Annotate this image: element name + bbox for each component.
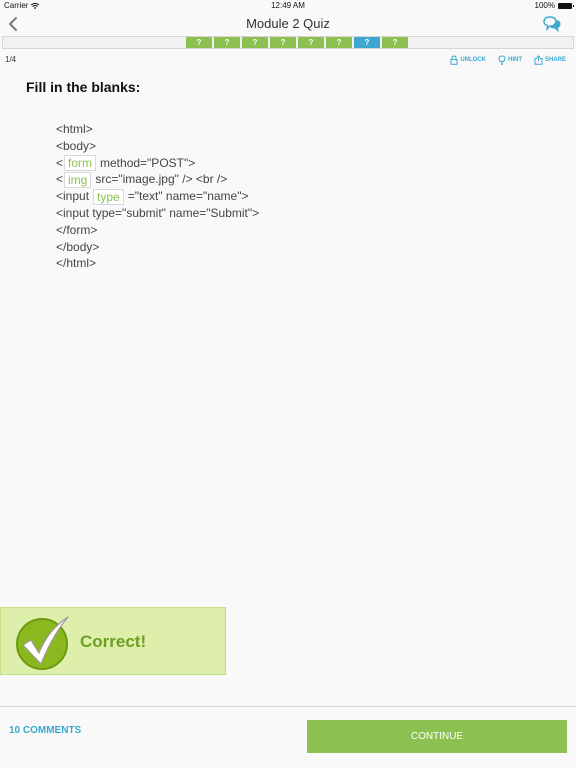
battery-area: 100%: [534, 1, 574, 10]
code-text: <: [56, 172, 64, 187]
code-line: </html>: [56, 256, 97, 271]
question-progress-strip: ? ? ? ? ? ? ? ?: [2, 36, 574, 49]
status-bar: Carrier 12:49 AM 100%: [0, 0, 576, 12]
battery-icon: [558, 2, 574, 9]
blank-answer-2[interactable]: img: [64, 171, 92, 188]
comments-link[interactable]: 10 COMMENTS: [9, 725, 81, 736]
progress-box-8[interactable]: ?: [382, 37, 408, 48]
progress-boxes: ? ? ? ? ? ? ? ?: [186, 37, 408, 48]
chat-button[interactable]: [542, 15, 562, 33]
code-line: <input type ="text" name="name">: [56, 188, 259, 205]
checkmark-icon: [16, 616, 69, 670]
chat-bubbles-icon: [543, 16, 561, 33]
page-title: Module 2 Quiz: [246, 16, 330, 31]
unlock-button[interactable]: UNLOCK: [450, 55, 486, 65]
lightbulb-icon: [498, 55, 506, 65]
continue-button[interactable]: CONTINUE: [307, 720, 567, 753]
share-label: SHARE: [544, 57, 566, 63]
bottom-bar: 10 COMMENTS CONTINUE: [0, 706, 576, 768]
progress-box-2[interactable]: ?: [214, 37, 240, 48]
code-text: <: [56, 155, 64, 170]
progress-box-7-current[interactable]: ?: [354, 37, 380, 48]
unlock-label: UNLOCK: [460, 57, 486, 63]
question-actions: UNLOCK HINT SHARE: [450, 55, 566, 65]
hint-label: HINT: [507, 57, 522, 63]
lock-icon: [450, 55, 458, 65]
code-text: src="image.jpg" /> <br />: [95, 172, 228, 187]
code-text: method="POST">: [100, 155, 196, 170]
code-line: </body>: [56, 239, 100, 254]
progress-box-4[interactable]: ?: [270, 37, 296, 48]
progress-box-6[interactable]: ?: [326, 37, 352, 48]
progress-box-3[interactable]: ?: [242, 37, 268, 48]
status-time: 12:49 AM: [271, 1, 305, 10]
code-line: <html>: [56, 122, 93, 136]
battery-percent: 100%: [534, 1, 555, 10]
navigation-bar: Module 2 Quiz: [0, 12, 576, 36]
feedback-text: Correct!: [80, 632, 147, 651]
code-line: < img src="image.jpg" /> <br />: [56, 171, 259, 188]
code-line: </form>: [56, 222, 98, 237]
code-line: <input type="submit" name="Submit">: [56, 205, 260, 220]
share-button[interactable]: SHARE: [534, 55, 566, 65]
question-counter: 1/4: [5, 55, 17, 64]
code-line: <body>: [56, 138, 97, 153]
hint-button[interactable]: HINT: [498, 55, 522, 65]
share-icon: [534, 55, 543, 65]
blank-answer-3[interactable]: type: [93, 188, 124, 205]
code-snippet: <html> <body> < form method="POST"> < img sr…: [56, 121, 259, 272]
code-text: <input: [56, 189, 90, 204]
blank-answer-1[interactable]: form: [64, 154, 97, 171]
progress-box-5[interactable]: ?: [298, 37, 324, 48]
code-text: ="text" name="name">: [127, 189, 249, 204]
question-title: Fill in the blanks:: [26, 79, 141, 95]
code-line: < form method="POST">: [56, 154, 259, 172]
progress-box-1[interactable]: ?: [186, 37, 212, 48]
correct-feedback-banner: Correct!: [0, 607, 226, 675]
